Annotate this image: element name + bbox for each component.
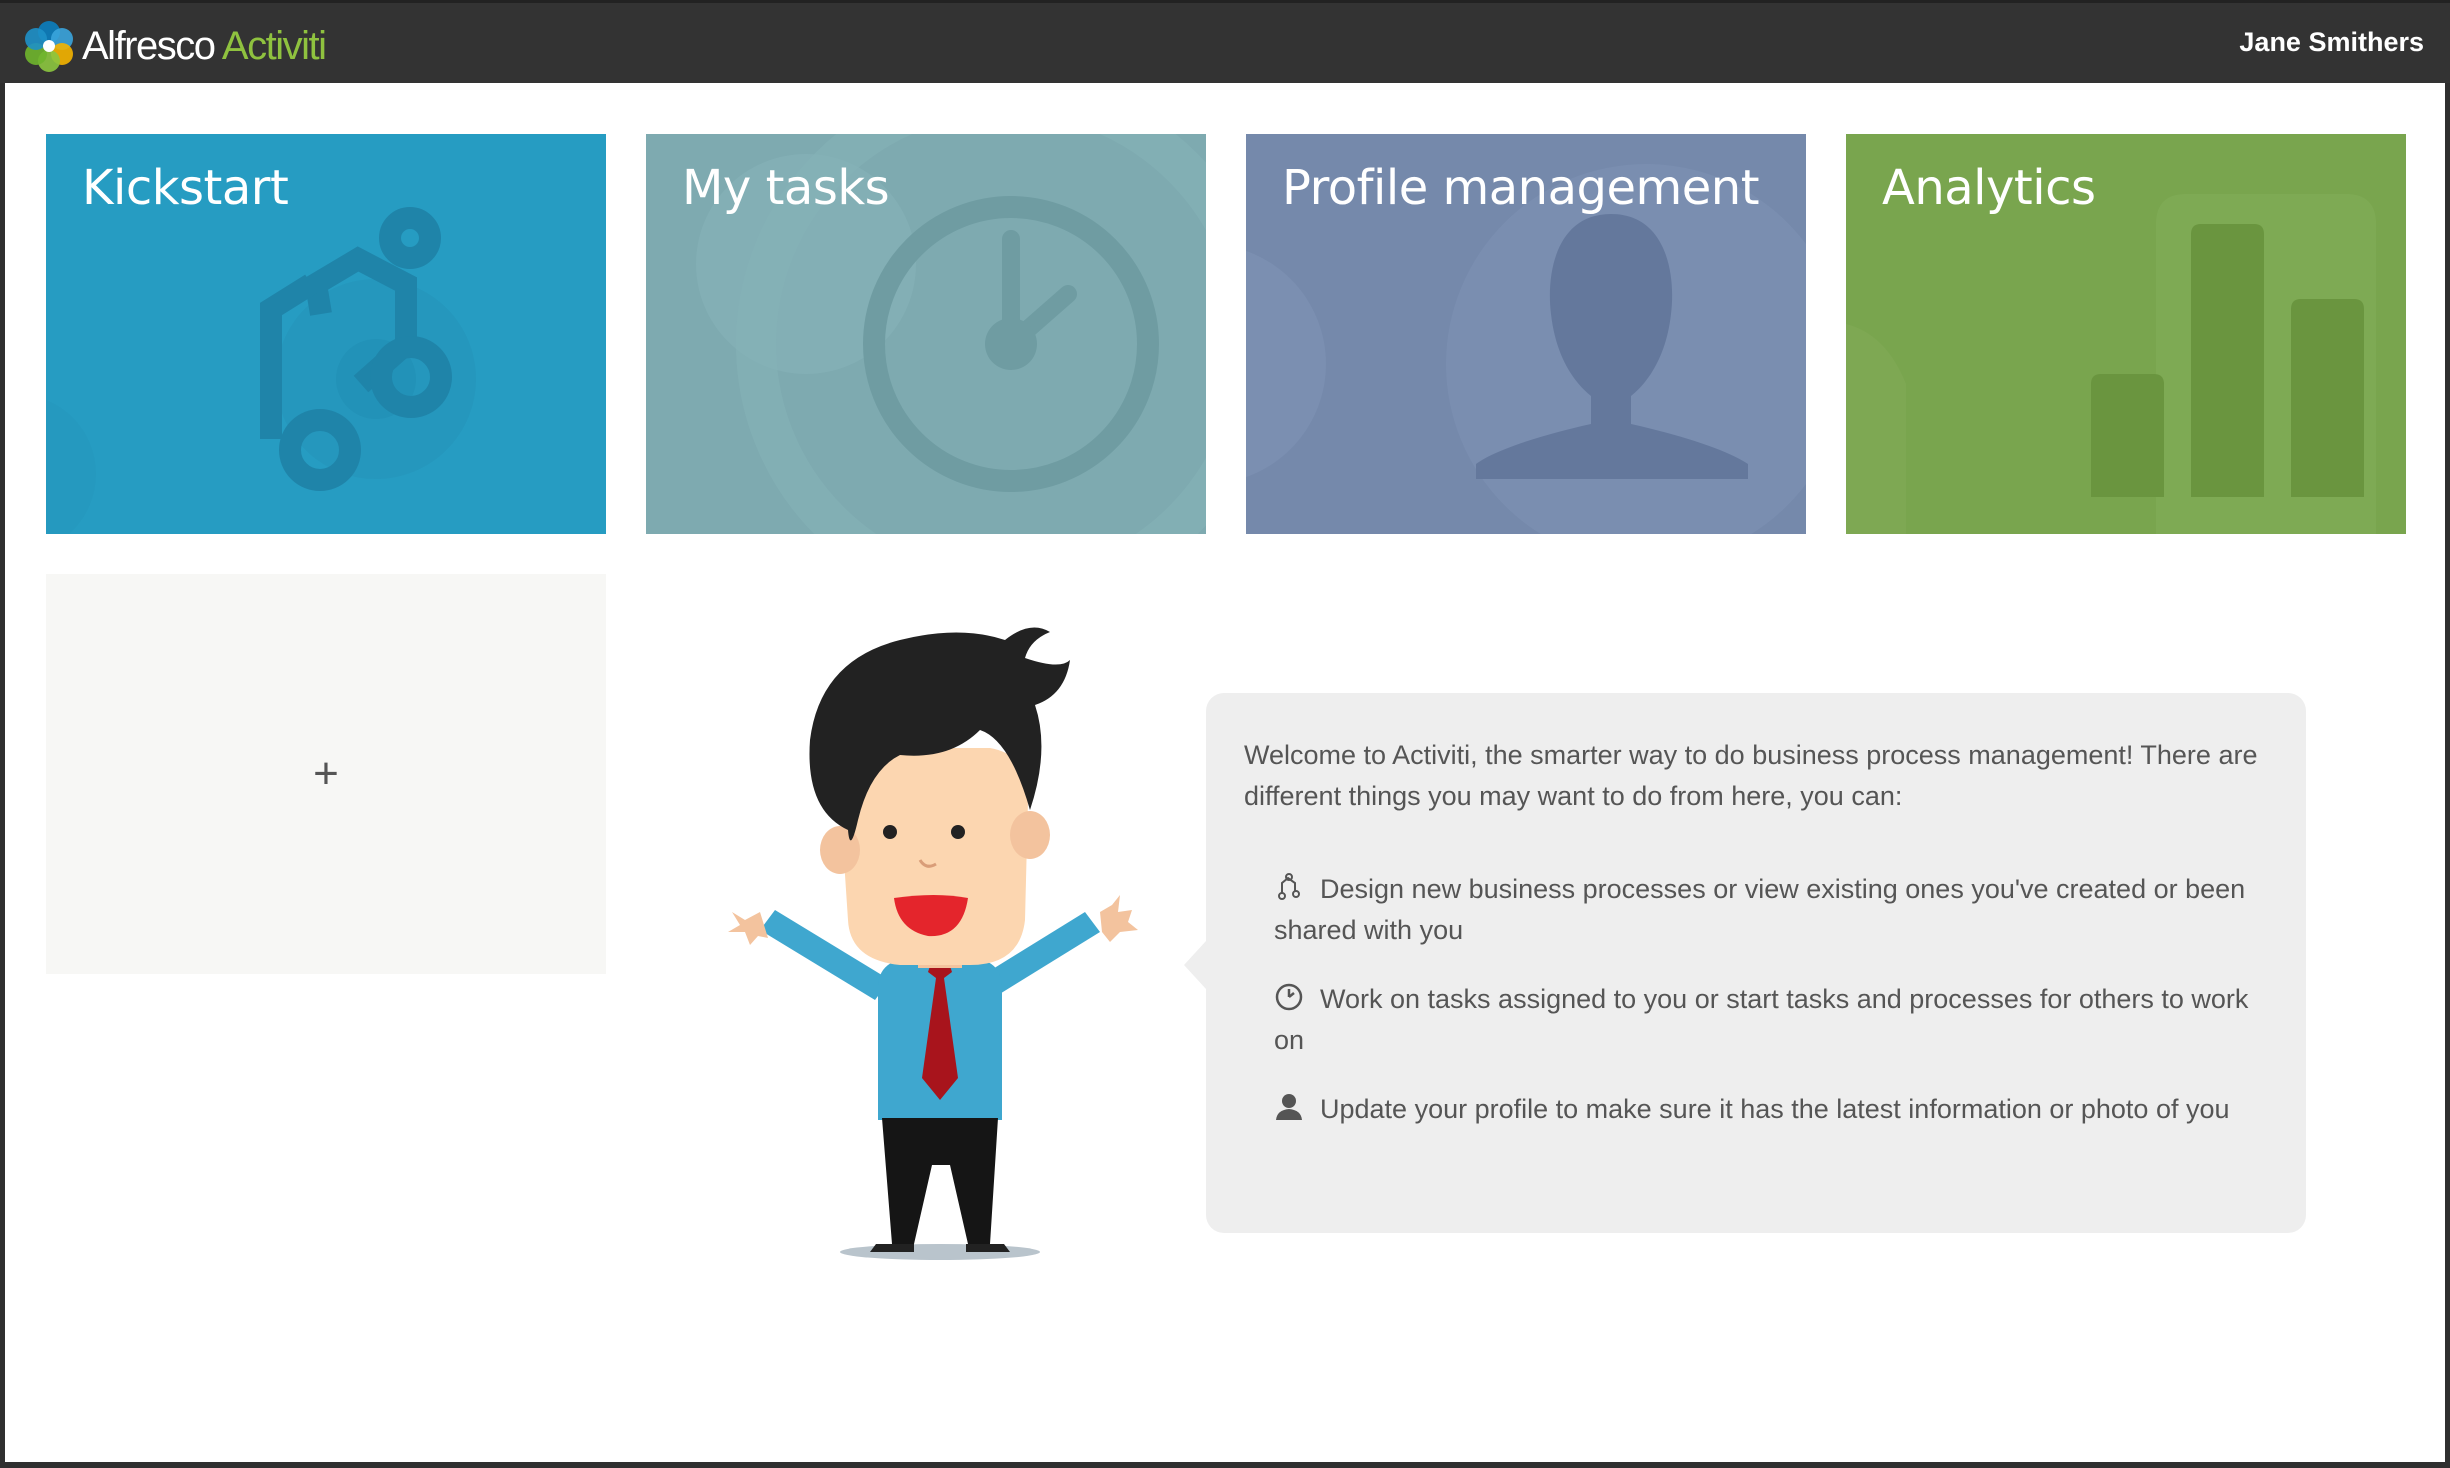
tile-kickstart-title: Kickstart	[82, 160, 289, 216]
tile-analytics[interactable]: Analytics	[1846, 134, 2406, 534]
welcome-item-tasks: Work on tasks assigned to you or start t…	[1244, 979, 2266, 1061]
welcome-item-design-text: Design new business processes or view ex…	[1274, 874, 2246, 945]
window-edge-left	[0, 83, 5, 1468]
clock-icon	[1275, 983, 1303, 1011]
welcome-item-profile-text: Update your profile to make sure it has …	[1320, 1094, 2230, 1124]
window-edge-right	[2445, 83, 2450, 1468]
window-edge-bottom	[0, 1462, 2450, 1468]
speech-bubble-arrow	[1184, 941, 1206, 989]
alfresco-activiti-logo[interactable]: Alfresco Activiti	[22, 19, 327, 73]
welcome-item-design: Design new business processes or view ex…	[1244, 869, 2266, 951]
user-menu[interactable]: Jane Smithers	[2239, 27, 2424, 58]
welcome-item-tasks-text: Work on tasks assigned to you or start t…	[1274, 984, 2249, 1055]
tile-profile-management[interactable]: Profile management	[1246, 134, 1806, 534]
welcome-message-panel: Welcome to Activiti, the smarter way to …	[1184, 693, 2306, 1233]
add-icon: +	[313, 749, 339, 798]
brand-product: Activiti	[221, 23, 327, 68]
alfresco-flower-icon	[25, 21, 73, 72]
tile-my-tasks-title: My tasks	[682, 160, 890, 216]
add-app-tile[interactable]: +	[46, 574, 606, 974]
mascot-illustration	[728, 627, 1138, 1260]
tile-profile-management-title: Profile management	[1282, 160, 1760, 216]
tile-kickstart[interactable]: Kickstart	[46, 134, 606, 534]
user-icon	[1276, 1094, 1302, 1120]
welcome-intro: Welcome to Activiti, the smarter way to …	[1244, 740, 2258, 811]
tile-my-tasks[interactable]: My tasks	[646, 134, 1206, 534]
top-navigation-bar: Alfresco Activiti Jane Smithers	[0, 0, 2450, 83]
process-icon	[1278, 873, 1300, 900]
welcome-item-profile: Update your profile to make sure it has …	[1244, 1089, 2266, 1130]
brand-name: Alfresco	[82, 23, 216, 68]
tile-analytics-title: Analytics	[1882, 160, 2096, 216]
